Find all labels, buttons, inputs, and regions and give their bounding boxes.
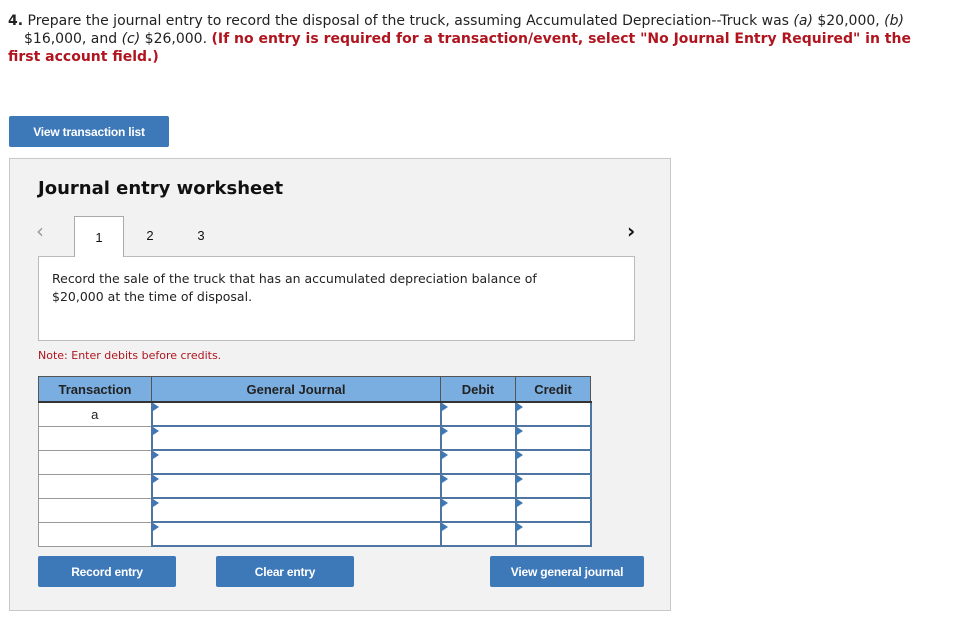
- debit-input[interactable]: [441, 475, 515, 497]
- journal-row: a: [38, 401, 592, 427]
- tab-2[interactable]: 2: [125, 216, 175, 255]
- debit-cell: [439, 473, 517, 499]
- account-cell: [150, 425, 442, 451]
- credit-cell: [514, 425, 592, 451]
- credit-cell: [514, 497, 592, 523]
- journal-row: [38, 521, 592, 547]
- transaction-cell: a: [38, 401, 152, 427]
- header-credit: Credit: [515, 376, 591, 403]
- journal-table: Transaction General Journal Debit Credit…: [38, 376, 592, 547]
- dropdown-marker-icon: [152, 451, 159, 459]
- dropdown-marker-icon: [441, 403, 448, 411]
- view-transaction-list-button[interactable]: View transaction list: [9, 116, 169, 147]
- amount-a: $20,000,: [812, 13, 885, 29]
- question-text-part1: Prepare the journal entry to record the …: [27, 13, 794, 29]
- clear-entry-button[interactable]: Clear entry: [216, 556, 354, 587]
- chevron-left-icon[interactable]: ‹: [36, 219, 44, 243]
- journal-row: [38, 425, 592, 451]
- account-input[interactable]: [152, 451, 440, 473]
- debit-input[interactable]: [441, 523, 515, 545]
- dropdown-marker-icon: [441, 427, 448, 435]
- credit-cell: [514, 449, 592, 475]
- view-general-journal-button[interactable]: View general journal: [490, 556, 644, 587]
- account-cell: [150, 497, 442, 523]
- dropdown-marker-icon: [516, 523, 523, 531]
- credit-cell: [514, 401, 592, 427]
- tab-1[interactable]: 1: [74, 216, 124, 257]
- account-cell: [150, 401, 442, 427]
- dropdown-marker-icon: [152, 523, 159, 531]
- debit-input[interactable]: [441, 451, 515, 473]
- account-input[interactable]: [152, 475, 440, 497]
- dropdown-marker-icon: [152, 475, 159, 483]
- header-general-journal: General Journal: [151, 376, 441, 403]
- journal-row: [38, 497, 592, 523]
- dropdown-marker-icon: [516, 451, 523, 459]
- credit-cell: [514, 521, 592, 547]
- transaction-description: Record the sale of the truck that has an…: [52, 271, 537, 304]
- account-input[interactable]: [152, 403, 440, 425]
- question-body: Prepare the journal entry to record the …: [8, 13, 911, 65]
- journal-header-row: Transaction General Journal Debit Credit: [38, 376, 591, 403]
- transaction-cell: [38, 425, 152, 451]
- debits-credits-note: Note: Enter debits before credits.: [38, 349, 222, 362]
- debit-input[interactable]: [441, 427, 515, 449]
- dropdown-marker-icon: [516, 403, 523, 411]
- dropdown-marker-icon: [516, 427, 523, 435]
- debit-cell: [439, 425, 517, 451]
- debit-cell: [439, 521, 517, 547]
- debit-input[interactable]: [441, 499, 515, 521]
- amount-b: $16,000, and: [24, 31, 122, 47]
- label-a: (a): [793, 13, 813, 29]
- debit-cell: [439, 497, 517, 523]
- credit-input[interactable]: [516, 451, 590, 473]
- account-cell: [150, 521, 442, 547]
- credit-input[interactable]: [516, 475, 590, 497]
- credit-input[interactable]: [516, 499, 590, 521]
- credit-input[interactable]: [516, 523, 590, 545]
- dropdown-marker-icon: [516, 499, 523, 507]
- transaction-cell: [38, 449, 152, 475]
- worksheet-title: Journal entry worksheet: [38, 178, 284, 199]
- dropdown-marker-icon: [441, 475, 448, 483]
- amount-c: $26,000.: [140, 31, 212, 47]
- chevron-right-icon[interactable]: ›: [627, 219, 635, 243]
- dropdown-marker-icon: [441, 451, 448, 459]
- dropdown-marker-icon: [516, 475, 523, 483]
- account-input[interactable]: [152, 499, 440, 521]
- transaction-cell: [38, 521, 152, 547]
- debit-cell: [439, 401, 517, 427]
- account-input[interactable]: [152, 427, 440, 449]
- dropdown-marker-icon: [152, 427, 159, 435]
- account-cell: [150, 449, 442, 475]
- account-cell: [150, 473, 442, 499]
- transaction-cell: [38, 497, 152, 523]
- credit-cell: [514, 473, 592, 499]
- dropdown-marker-icon: [441, 523, 448, 531]
- label-b: (b): [884, 13, 904, 29]
- journal-row: [38, 473, 592, 499]
- credit-input[interactable]: [516, 403, 590, 425]
- question-text: 4. Prepare the journal entry to record t…: [8, 12, 938, 66]
- transaction-cell: [38, 473, 152, 499]
- debit-input[interactable]: [441, 403, 515, 425]
- debit-cell: [439, 449, 517, 475]
- record-entry-button[interactable]: Record entry: [38, 556, 176, 587]
- journal-entry-worksheet: Journal entry worksheet ‹ 1 2 3 › Record…: [9, 158, 671, 611]
- tab-3[interactable]: 3: [176, 216, 226, 255]
- header-transaction: Transaction: [38, 376, 152, 403]
- account-input[interactable]: [152, 523, 440, 545]
- dropdown-marker-icon: [152, 499, 159, 507]
- label-c: (c): [121, 31, 141, 47]
- journal-row: [38, 449, 592, 475]
- header-debit: Debit: [440, 376, 516, 403]
- dropdown-marker-icon: [441, 499, 448, 507]
- dropdown-marker-icon: [152, 403, 159, 411]
- credit-input[interactable]: [516, 427, 590, 449]
- question-number: 4.: [8, 13, 24, 29]
- transaction-description-box: Record the sale of the truck that has an…: [38, 256, 635, 341]
